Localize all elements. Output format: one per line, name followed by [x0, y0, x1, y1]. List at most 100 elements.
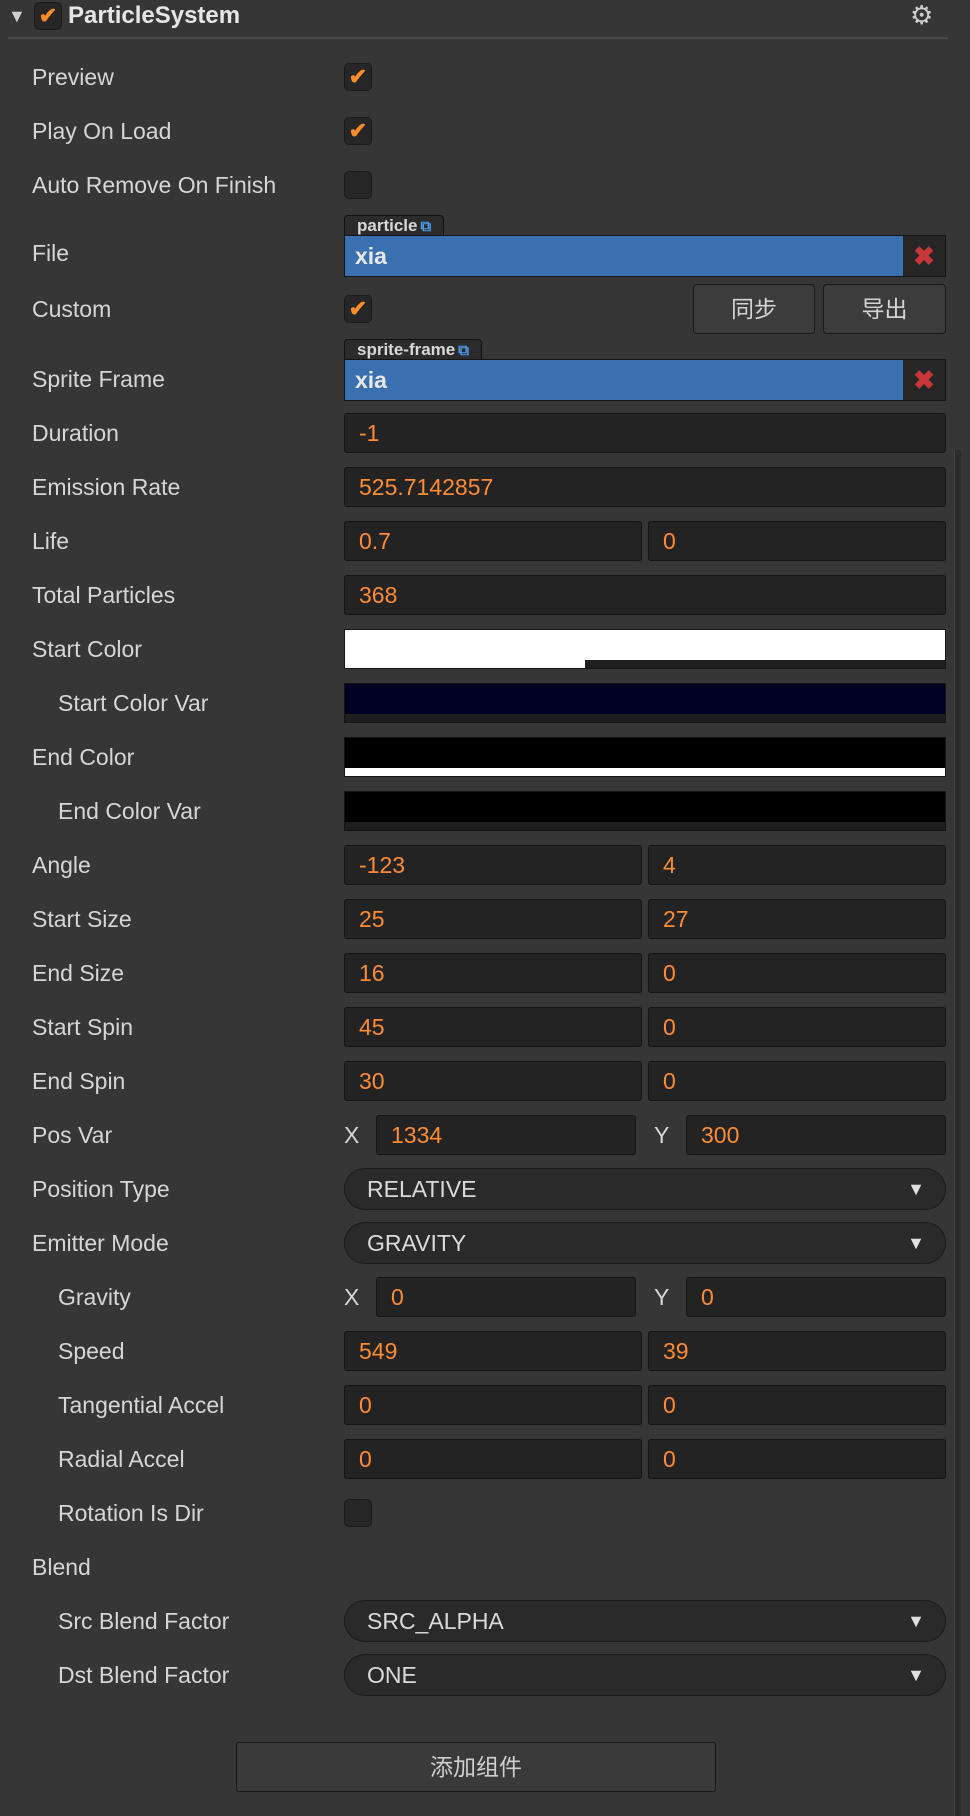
dst-blend-factor-select[interactable]: ONE ▼	[344, 1654, 946, 1696]
src-blend-factor-select[interactable]: SRC_ALPHA ▼	[344, 1600, 946, 1642]
end-spin-input[interactable]: 30	[344, 1061, 642, 1101]
add-component-button[interactable]: 添加组件	[236, 1742, 716, 1792]
tangential-accel-var-input[interactable]: 0	[648, 1385, 946, 1425]
clear-icon[interactable]: ✖	[903, 360, 945, 400]
prop-label: Gravity	[58, 1284, 131, 1310]
prop-label: File	[32, 240, 70, 266]
external-link-icon[interactable]: ⧉	[420, 218, 431, 235]
alpha-bar	[345, 822, 945, 830]
prop-radial-accel: Radial Accel 0 0	[0, 1432, 960, 1486]
select-value: ONE	[367, 1662, 417, 1688]
prop-blend: Blend	[0, 1540, 960, 1594]
start-spin-input[interactable]: 45	[344, 1007, 642, 1047]
component-enabled-checkbox[interactable]: ✔	[34, 2, 62, 30]
start-color-var-picker[interactable]	[344, 683, 946, 723]
play-on-load-checkbox[interactable]: ✔	[344, 117, 372, 145]
file-asset-field[interactable]: xia ✖	[344, 235, 946, 277]
gear-icon[interactable]: ⚙	[910, 0, 933, 31]
prop-label: Speed	[58, 1338, 125, 1364]
prop-angle: Angle -123 4	[0, 838, 960, 892]
x-axis-label: X	[344, 1284, 360, 1310]
end-size-var-input[interactable]: 0	[648, 953, 946, 993]
pos-var-y-input[interactable]: 300	[686, 1115, 946, 1155]
prop-emitter-mode: Emitter Mode GRAVITY ▼	[0, 1216, 960, 1270]
prop-auto-remove: Auto Remove On Finish	[0, 158, 960, 212]
chevron-down-icon: ▼	[907, 1665, 925, 1685]
prop-life: Life 0.7 0	[0, 514, 960, 568]
life-input[interactable]: 0.7	[344, 521, 642, 561]
duration-input[interactable]: -1	[344, 413, 946, 453]
radial-accel-var-input[interactable]: 0	[648, 1439, 946, 1479]
chevron-down-icon: ▼	[907, 1179, 925, 1199]
prop-label: End Color Var	[58, 798, 201, 824]
asset-type-label: sprite-frame	[357, 340, 456, 359]
total-particles-input[interactable]: 368	[344, 575, 946, 615]
asset-type-label: particle	[357, 216, 418, 235]
prop-label: Custom	[32, 296, 112, 322]
prop-dst-blend-factor: Dst Blend Factor ONE ▼	[0, 1648, 960, 1702]
prop-label: Emitter Mode	[32, 1230, 169, 1256]
prop-label: Start Size	[32, 906, 132, 932]
sprite-frame-asset-field[interactable]: xia ✖	[344, 359, 946, 401]
asset-name: xia	[355, 367, 387, 393]
prop-total-particles: Total Particles 368	[0, 568, 960, 622]
position-type-select[interactable]: RELATIVE ▼	[344, 1168, 946, 1210]
prop-tangential-accel: Tangential Accel 0 0	[0, 1378, 960, 1432]
prop-rotation-is-dir: Rotation Is Dir	[0, 1486, 960, 1540]
end-spin-var-input[interactable]: 0	[648, 1061, 946, 1101]
radial-accel-input[interactable]: 0	[344, 1439, 642, 1479]
prop-custom: Custom ✔	[0, 282, 960, 336]
angle-input[interactable]: -123	[344, 845, 642, 885]
prop-label: End Spin	[32, 1068, 126, 1094]
prop-label: Sprite Frame	[32, 366, 165, 392]
gravity-y-input[interactable]: 0	[686, 1277, 946, 1317]
end-size-input[interactable]: 16	[344, 953, 642, 993]
auto-remove-checkbox[interactable]	[344, 171, 372, 199]
x-axis-label: X	[344, 1122, 360, 1148]
alpha-fill	[345, 660, 585, 668]
speed-var-input[interactable]: 39	[648, 1331, 946, 1371]
speed-input[interactable]: 549	[344, 1331, 642, 1371]
color-swatch	[345, 684, 945, 714]
angle-var-input[interactable]: 4	[648, 845, 946, 885]
prop-label: Emission Rate	[32, 474, 181, 500]
pos-var-x-input[interactable]: 1334	[376, 1115, 636, 1155]
end-color-var-picker[interactable]	[344, 791, 946, 831]
prop-pos-var: Pos Var X 1334 Y 300	[0, 1108, 960, 1162]
custom-checkbox[interactable]: ✔	[344, 295, 372, 323]
rotation-is-dir-checkbox[interactable]	[344, 1499, 372, 1527]
start-color-picker[interactable]	[344, 629, 946, 669]
prop-duration: Duration -1	[0, 406, 960, 460]
prop-label: Start Spin	[32, 1014, 133, 1040]
life-var-input[interactable]: 0	[648, 521, 946, 561]
end-color-picker[interactable]	[344, 737, 946, 777]
start-size-var-input[interactable]: 27	[648, 899, 946, 939]
alpha-fill	[345, 768, 945, 776]
sync-button[interactable]: 同步	[693, 284, 815, 334]
export-button[interactable]: 导出	[823, 284, 946, 334]
prop-start-spin: Start Spin 45 0	[0, 1000, 960, 1054]
prop-label: Start Color Var	[58, 690, 209, 716]
file-asset-type-tag: particle ⧉	[344, 215, 445, 236]
collapse-arrow-icon[interactable]: ▼	[8, 6, 26, 27]
prop-end-size: End Size 16 0	[0, 946, 960, 1000]
y-axis-label: Y	[654, 1284, 670, 1310]
prop-label: Position Type	[32, 1176, 170, 1202]
gravity-x-input[interactable]: 0	[376, 1277, 636, 1317]
start-spin-var-input[interactable]: 0	[648, 1007, 946, 1047]
emission-rate-input[interactable]: 525.7142857	[344, 467, 946, 507]
prop-label: Src Blend Factor	[58, 1608, 230, 1634]
chevron-down-icon: ▼	[907, 1611, 925, 1631]
emitter-mode-select[interactable]: GRAVITY ▼	[344, 1222, 946, 1264]
preview-checkbox[interactable]: ✔	[344, 63, 372, 91]
chevron-down-icon: ▼	[907, 1233, 925, 1253]
prop-play-on-load: Play On Load ✔	[0, 104, 960, 158]
prop-gravity: Gravity X 0 Y 0	[0, 1270, 960, 1324]
component-header: ▼ ✔ ParticleSystem ⚙	[0, 0, 960, 34]
start-size-input[interactable]: 25	[344, 899, 642, 939]
clear-icon[interactable]: ✖	[903, 236, 945, 276]
tangential-accel-input[interactable]: 0	[344, 1385, 642, 1425]
external-link-icon[interactable]: ⧉	[458, 342, 469, 359]
prop-speed: Speed 549 39	[0, 1324, 960, 1378]
prop-emission-rate: Emission Rate 525.7142857	[0, 460, 960, 514]
